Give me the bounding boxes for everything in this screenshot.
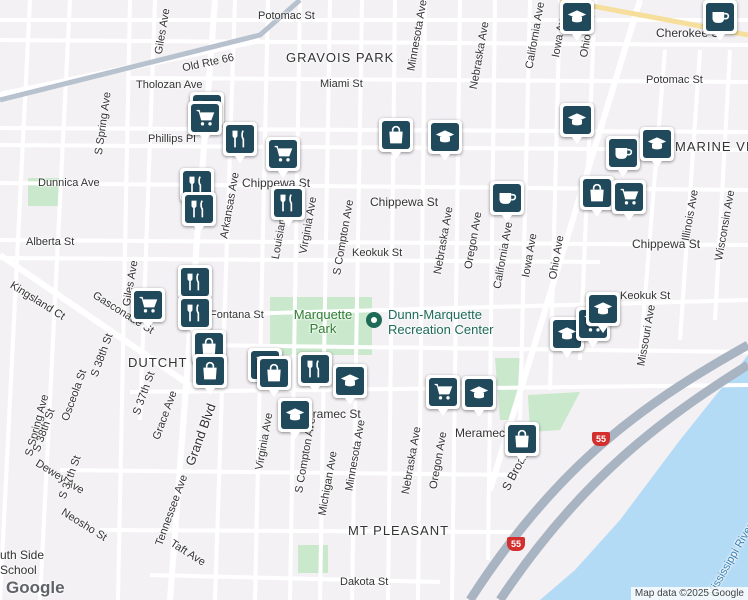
graduation-cap-icon xyxy=(465,379,493,407)
graduation-cap-icon xyxy=(281,401,309,429)
neighborhood-marine-villa: MARINE VI xyxy=(675,139,748,154)
neighborhood-mt-pleasant: MT PLEASANT xyxy=(348,523,450,538)
fork-knife-icon xyxy=(185,195,213,223)
bag-icon xyxy=(196,357,224,385)
fork-knife-icon xyxy=(274,189,302,217)
graduation-cap-icon xyxy=(431,123,459,151)
street-label-potomac-east: Potomac St xyxy=(646,74,703,86)
coffee-cup-marker[interactable] xyxy=(490,181,524,222)
coffee-cup-icon xyxy=(493,184,521,212)
graduation-cap-marker[interactable] xyxy=(586,292,620,333)
bag-icon xyxy=(508,425,536,453)
neighborhood-dutchtown: DUTCHT xyxy=(128,355,188,370)
street-label-fontana: Fontana St xyxy=(210,309,264,321)
graduation-cap-icon xyxy=(589,295,617,323)
bag-icon xyxy=(382,121,410,149)
street-label-keokuk: Keokuk St xyxy=(352,247,403,259)
bag-marker[interactable] xyxy=(257,356,291,397)
graduation-cap-marker[interactable] xyxy=(560,103,594,144)
street-label-dakota: Dakota St xyxy=(340,576,389,588)
south-side-school-label[interactable]: uth Side School xyxy=(0,548,46,578)
street-label-potomac: Potomac St xyxy=(258,10,315,22)
bag-marker[interactable] xyxy=(505,422,539,463)
neighborhood-gravois-park: GRAVOIS PARK xyxy=(286,50,395,65)
cart-icon xyxy=(134,291,162,319)
graduation-cap-icon xyxy=(563,106,591,134)
street-label-chippewa: Chippewa St xyxy=(370,195,439,209)
fork-knife-icon xyxy=(181,299,209,327)
fork-knife-marker[interactable] xyxy=(298,352,332,393)
graduation-cap-marker[interactable] xyxy=(640,127,674,168)
street-label-keokuk-east: Keokuk St xyxy=(620,290,671,302)
dunn-marquette-label[interactable]: Dunn-Marquette Recreation Center xyxy=(388,307,508,337)
map-attribution[interactable]: Map data ©2025 Google xyxy=(630,587,748,600)
interstate-55-shield: 55 xyxy=(507,537,525,551)
coffee-cup-marker[interactable] xyxy=(703,0,737,41)
bag-icon xyxy=(260,359,288,387)
fork-knife-icon xyxy=(226,125,254,153)
fork-knife-marker[interactable] xyxy=(223,122,257,163)
interstate-55-shield: 55 xyxy=(592,432,610,446)
fork-knife-icon xyxy=(181,268,209,296)
graduation-cap-marker[interactable] xyxy=(278,398,312,439)
graduation-cap-icon xyxy=(336,367,364,395)
coffee-cup-marker[interactable] xyxy=(606,136,640,177)
graduation-cap-marker[interactable] xyxy=(333,364,367,405)
google-logo: Google xyxy=(6,578,65,597)
street-label-miami: Miami St xyxy=(320,78,363,90)
graduation-cap-icon xyxy=(643,130,671,158)
map-canvas[interactable]: Potomac St Cherokee St Old Rte 66 Tholoz… xyxy=(0,0,748,600)
cart-marker[interactable] xyxy=(188,101,222,142)
bag-icon xyxy=(583,179,611,207)
cart-icon xyxy=(191,104,219,132)
fork-knife-icon xyxy=(301,355,329,383)
street-label-dunnica: Dunnica Ave xyxy=(38,177,100,189)
graduation-cap-marker[interactable] xyxy=(462,376,496,417)
cart-marker[interactable] xyxy=(426,375,460,416)
marquette-park-label[interactable]: Marquette Park xyxy=(288,308,358,336)
bag-marker[interactable] xyxy=(193,354,227,395)
cart-icon xyxy=(429,378,457,406)
fork-knife-marker[interactable] xyxy=(182,192,216,233)
cart-marker[interactable] xyxy=(266,137,300,178)
cart-icon xyxy=(269,140,297,168)
coffee-cup-icon xyxy=(609,139,637,167)
bag-marker[interactable] xyxy=(580,176,614,217)
street-label-tholozan: Tholozan Ave xyxy=(136,79,203,91)
coffee-cup-icon xyxy=(706,3,734,31)
cart-icon xyxy=(615,183,643,211)
fork-knife-marker[interactable] xyxy=(271,186,305,227)
graduation-cap-icon xyxy=(563,3,591,31)
graduation-cap-marker[interactable] xyxy=(428,120,462,161)
cart-marker[interactable] xyxy=(612,180,646,221)
cart-marker[interactable] xyxy=(131,288,165,329)
graduation-cap-marker[interactable] xyxy=(560,0,594,41)
bag-marker[interactable] xyxy=(379,118,413,159)
street-label-alberta: Alberta St xyxy=(26,236,75,248)
